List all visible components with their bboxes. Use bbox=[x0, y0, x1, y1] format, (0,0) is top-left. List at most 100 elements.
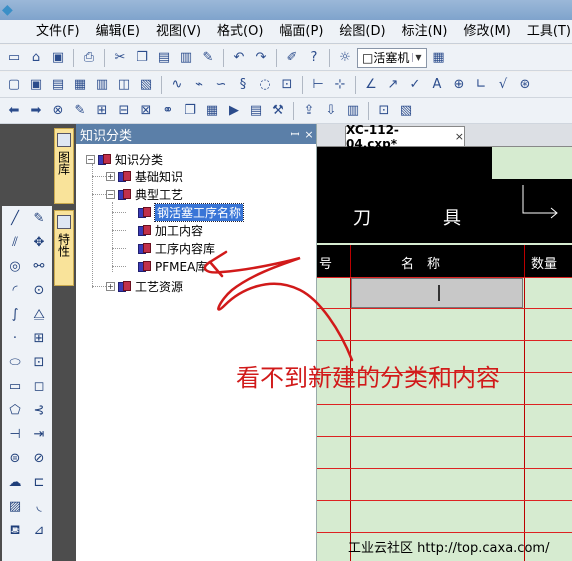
polyline-icon[interactable]: ⌁ bbox=[189, 75, 209, 95]
card-link-icon[interactable]: ⚭ bbox=[158, 101, 178, 121]
line-icon[interactable]: ╱ bbox=[6, 210, 24, 228]
document-tab[interactable]: XC-112-04.cxp* × bbox=[345, 124, 465, 151]
light-bulb-icon[interactable]: ☼ bbox=[335, 48, 355, 68]
chamfer-icon[interactable]: ⊿ bbox=[30, 522, 48, 540]
parts-list-icon[interactable]: ▥ bbox=[92, 75, 112, 95]
close-tab-icon[interactable]: × bbox=[455, 130, 464, 143]
curve-icon[interactable]: ∽ bbox=[211, 75, 231, 95]
stats-icon[interactable]: ▧ bbox=[396, 101, 416, 121]
table-icon[interactable]: ▤ bbox=[48, 75, 68, 95]
collapse-icon[interactable]: − bbox=[86, 154, 95, 164]
document-canvas[interactable]: XC-112-04.cxp* × 刀 具 号 名 称 数量 bbox=[317, 124, 572, 561]
tree-node-typical-process[interactable]: − 典型工艺 bbox=[106, 185, 183, 203]
tolerance-icon[interactable]: ∟ bbox=[471, 75, 491, 95]
menu-format[interactable]: 格式(O) bbox=[209, 20, 271, 44]
stretch-icon[interactable]: ⊏ bbox=[30, 474, 48, 492]
layer-combo[interactable]: □活塞机 ▼ bbox=[357, 47, 427, 68]
tree-node-process-content-library[interactable]: 工序内容库 bbox=[138, 239, 215, 257]
print-icon[interactable]: ⎙ bbox=[79, 48, 99, 68]
array-icon[interactable]: ⊞ bbox=[30, 330, 48, 348]
frame-icon[interactable]: ▢ bbox=[4, 75, 24, 95]
new-file-icon[interactable]: ▭ bbox=[4, 48, 24, 68]
scale-icon[interactable]: ⊡ bbox=[30, 354, 48, 372]
arc-icon[interactable]: ◜ bbox=[6, 282, 24, 300]
wave-line-icon[interactable]: ∿ bbox=[167, 75, 187, 95]
title-block-icon[interactable]: ▣ bbox=[26, 75, 46, 95]
menu-modify[interactable]: 修改(M) bbox=[455, 20, 518, 44]
tab-properties[interactable]: 特性 bbox=[54, 210, 74, 286]
extend-icon[interactable]: ⇥ bbox=[30, 426, 48, 444]
weld-icon[interactable]: ⊛ bbox=[515, 75, 535, 95]
spline-icon[interactable]: § bbox=[233, 75, 253, 95]
undo-icon[interactable]: ↶ bbox=[229, 48, 249, 68]
tree-node-process-resources[interactable]: + 工艺资源 bbox=[106, 277, 183, 295]
copy-tool-icon[interactable]: ⚯ bbox=[30, 258, 48, 276]
process-icon[interactable]: ⊗ bbox=[48, 101, 68, 121]
centerline-icon[interactable]: ⊣ bbox=[6, 426, 24, 444]
collapse-icon[interactable]: − bbox=[106, 189, 115, 199]
mirror-icon[interactable]: ⧋ bbox=[30, 306, 48, 324]
hatch-tool-icon[interactable]: ▨ bbox=[6, 498, 24, 516]
tree-node-basic-knowledge[interactable]: + 基础知识 bbox=[106, 167, 183, 185]
tree-node-pfmea-library[interactable]: PFMEA库 bbox=[138, 257, 207, 275]
forward-arrow-icon[interactable]: ➡ bbox=[26, 101, 46, 121]
cloud-icon[interactable]: ☁ bbox=[6, 474, 24, 492]
card-edit-icon[interactable]: ✎ bbox=[70, 101, 90, 121]
layer-settings-icon[interactable]: ▦ bbox=[429, 48, 449, 68]
menu-tools[interactable]: 工具(T) bbox=[519, 20, 572, 44]
play-icon[interactable]: ▶ bbox=[224, 101, 244, 121]
check-icon[interactable]: ✓ bbox=[405, 75, 425, 95]
offset-icon[interactable]: ◻ bbox=[30, 378, 48, 396]
tree-node-piston-process-name[interactable]: 钢活塞工序名称 bbox=[138, 202, 245, 222]
name-edit-cell[interactable] bbox=[351, 278, 523, 308]
edit-icon[interactable]: ✐ bbox=[282, 48, 302, 68]
help-icon[interactable]: ? bbox=[304, 48, 324, 68]
move-icon[interactable]: ✥ bbox=[30, 234, 48, 252]
app-logo-icon[interactable]: ◆ bbox=[2, 2, 20, 18]
roughness-icon[interactable]: √ bbox=[493, 75, 513, 95]
coordinate-icon[interactable]: ⊹ bbox=[330, 75, 350, 95]
paste-icon[interactable]: ▤ bbox=[154, 48, 174, 68]
fill-icon[interactable]: ⛾ bbox=[6, 522, 24, 540]
expand-icon[interactable]: + bbox=[106, 171, 115, 181]
parallel-line-icon[interactable]: ⫽ bbox=[6, 234, 24, 252]
back-arrow-icon[interactable]: ⬅ bbox=[4, 101, 24, 121]
card-copy-icon[interactable]: ❐ bbox=[180, 101, 200, 121]
clipboard-icon[interactable]: ▥ bbox=[176, 48, 196, 68]
broom-icon[interactable]: ⚒ bbox=[268, 101, 288, 121]
import-icon[interactable]: ⇩ bbox=[321, 101, 341, 121]
export-icon[interactable]: ⇪ bbox=[299, 101, 319, 121]
symbol-icon[interactable]: ⊕ bbox=[449, 75, 469, 95]
grid-icon[interactable]: ▦ bbox=[70, 75, 90, 95]
equidistant-icon[interactable]: ⊜ bbox=[6, 450, 24, 468]
sequence-icon[interactable]: ◫ bbox=[114, 75, 134, 95]
format-brush-icon[interactable]: ✎ bbox=[198, 48, 218, 68]
save-icon[interactable]: ▣ bbox=[48, 48, 68, 68]
fillet-icon[interactable]: ◟ bbox=[30, 498, 48, 516]
point-icon[interactable]: · bbox=[6, 330, 24, 348]
copy-icon[interactable]: ❐ bbox=[132, 48, 152, 68]
pencil-icon[interactable]: ✎ bbox=[30, 210, 48, 228]
redo-icon[interactable]: ↷ bbox=[251, 48, 271, 68]
ellipse-icon[interactable]: ⬭ bbox=[6, 354, 24, 372]
card-add-icon[interactable]: ⊞ bbox=[92, 101, 112, 121]
card-delete-icon[interactable]: ⊠ bbox=[136, 101, 156, 121]
table-view-icon[interactable]: ▤ bbox=[246, 101, 266, 121]
break-icon[interactable]: ⊘ bbox=[30, 450, 48, 468]
rotate-icon[interactable]: ⊙ bbox=[30, 282, 48, 300]
menu-view[interactable]: 视图(V) bbox=[148, 20, 209, 44]
text-icon[interactable]: A bbox=[427, 75, 447, 95]
card-grid-icon[interactable]: ▦ bbox=[202, 101, 222, 121]
spline-tool-icon[interactable]: ∫ bbox=[6, 306, 24, 324]
tab-library[interactable]: 图库 bbox=[54, 128, 74, 204]
expand-icon[interactable]: + bbox=[106, 281, 115, 291]
menu-edit[interactable]: 编辑(E) bbox=[88, 20, 148, 44]
arrow-label-icon[interactable]: ↗ bbox=[383, 75, 403, 95]
pin-icon[interactable]: ꟷ bbox=[288, 127, 302, 142]
polygon-icon[interactable]: ⬠ bbox=[6, 402, 24, 420]
measure-icon[interactable]: ⊡ bbox=[277, 75, 297, 95]
trim-icon[interactable]: ⊰ bbox=[30, 402, 48, 420]
detail-icon[interactable]: ▧ bbox=[136, 75, 156, 95]
hatch-icon[interactable]: ◌ bbox=[255, 75, 275, 95]
card-insert-icon[interactable]: ⊟ bbox=[114, 101, 134, 121]
